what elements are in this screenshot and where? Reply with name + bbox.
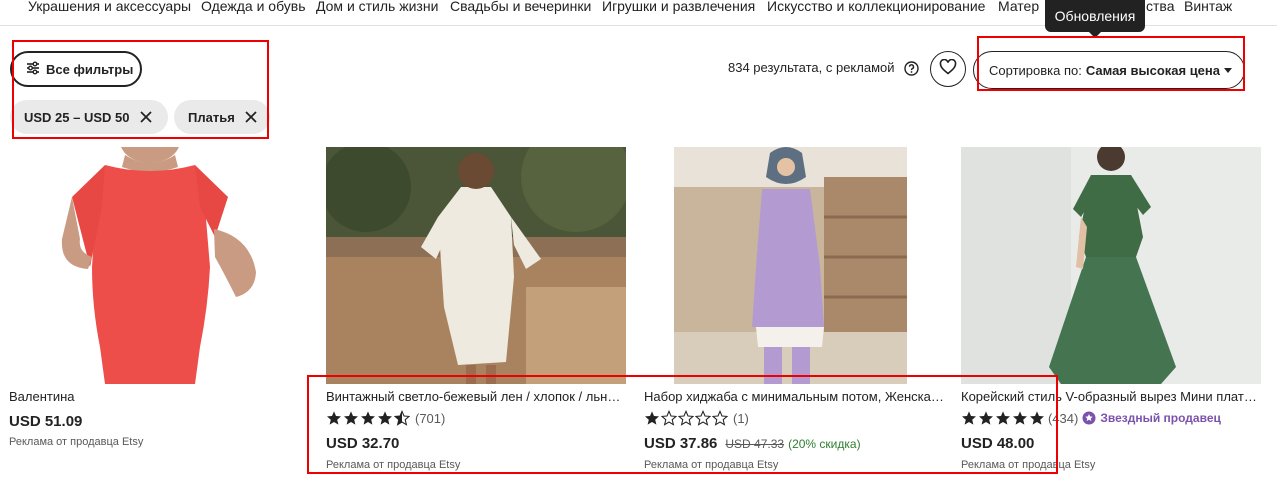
product-image[interactable] [326, 147, 626, 384]
nav-item-materials[interactable]: Матер [998, 0, 1039, 14]
product-price: USD 37.86 [644, 435, 718, 452]
product-rating: (701) [326, 410, 445, 426]
product-rating: (1) [644, 410, 749, 426]
product-price: USD 32.70 [326, 435, 400, 452]
original-price: USD 47.33 [725, 437, 785, 451]
product-price-row: USD 37.86 USD 47.33 (20% скидка) [644, 435, 861, 452]
updates-tooltip: Обновления [1045, 0, 1145, 38]
rating-stars [644, 410, 729, 426]
heart-icon [939, 58, 957, 80]
review-count: (701) [415, 410, 446, 426]
nav-item-weddings[interactable]: Свадьбы и вечеринки [450, 0, 591, 14]
product-price: USD 51.09 [9, 413, 83, 430]
discount-label: (20% скидка) [788, 437, 861, 451]
sort-value: Самая высокая цена [1085, 62, 1220, 78]
ad-label: Реклама от продавца Etsy [644, 459, 779, 471]
star-seller-label: Звездный продавец [1100, 411, 1221, 425]
all-filters-button[interactable]: Все фильтры [10, 51, 142, 87]
help-icon[interactable] [904, 61, 919, 76]
product-image[interactable] [961, 147, 1261, 384]
product-title[interactable]: Винтажный светло-бежевый лен / хлопок / … [326, 389, 626, 404]
rating-stars [326, 410, 411, 426]
review-count: (1) [733, 410, 749, 426]
ad-label: Реклама от продавца Etsy [326, 459, 461, 471]
product-rating: (434) Звездный продавец [961, 410, 1221, 426]
product-image[interactable] [674, 147, 907, 384]
price-filter-chip[interactable]: USD 25 – USD 50 [10, 100, 168, 134]
nav-item-vintage[interactable]: Винтаж [1184, 0, 1232, 14]
nav-item-home[interactable]: Дом и стиль жизни [316, 0, 438, 14]
nav-item-toys[interactable]: Игрушки и развлечения [602, 0, 755, 14]
ad-label: Реклама от продавца Etsy [9, 436, 144, 448]
product-title[interactable]: Валентина [9, 389, 294, 404]
nav-item-jewelry[interactable]: Украшения и аксессуары [28, 0, 191, 14]
product-title[interactable]: Корейский стиль V-образный вырез Мини пл… [961, 389, 1257, 404]
nav-item-art[interactable]: Искусство и коллекционирование [767, 0, 985, 14]
product-title[interactable]: Набор хиджаба с минимальным потом, Женск… [644, 389, 944, 404]
sort-dropdown[interactable]: Сортировка по: Самая высокая цена [973, 51, 1245, 89]
dresses-filter-chip[interactable]: Платья [174, 100, 270, 134]
all-filters-label: Все фильтры [46, 61, 134, 77]
star-seller-badge: Звездный продавец [1082, 411, 1221, 425]
nav-item-materials-end[interactable]: ства [1146, 0, 1174, 14]
chevron-down-icon [1224, 68, 1232, 73]
ad-label: Реклама от продавца Etsy [961, 459, 1096, 471]
dresses-filter-label: Платья [188, 109, 235, 125]
sort-label: Сортировка по: [989, 62, 1082, 78]
close-icon[interactable] [243, 109, 259, 125]
nav-item-clothing[interactable]: Одежда и обувь [201, 0, 306, 14]
star-seller-icon [1082, 411, 1096, 425]
rating-stars [961, 410, 1046, 426]
close-icon[interactable] [138, 109, 154, 125]
results-count: 834 результата, с рекламой [728, 60, 895, 75]
product-price: USD 48.00 [961, 435, 1035, 452]
review-count: (434) [1048, 410, 1079, 426]
price-filter-label: USD 25 – USD 50 [24, 109, 130, 125]
filter-sliders-icon [26, 61, 46, 78]
favorite-search-button[interactable] [930, 51, 966, 87]
product-image[interactable] [0, 147, 300, 384]
